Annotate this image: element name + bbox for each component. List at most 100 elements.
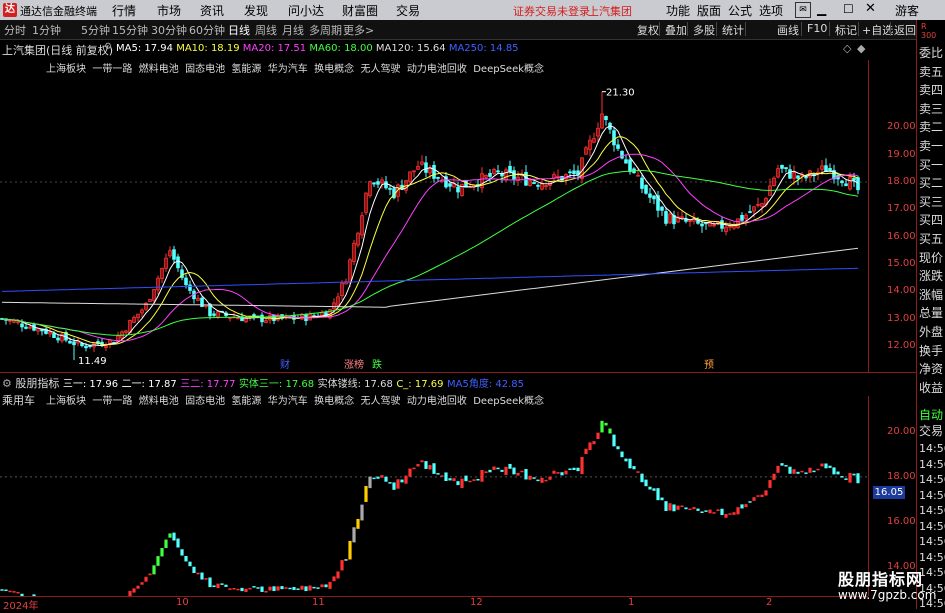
quote-item: 委比 <box>919 46 944 60</box>
menu-wenxiaoda[interactable]: 问小达 <box>288 2 324 19</box>
candle-body <box>372 182 376 185</box>
date-label: 1 <box>628 597 635 608</box>
tool-add-watchlist[interactable]: +自选 <box>862 22 893 38</box>
sub-candle <box>524 469 528 480</box>
candle-body <box>52 333 56 339</box>
y-tick: 17.00 <box>887 203 916 215</box>
date-axis: 2024年 10 11 12 1 2 <box>0 596 868 612</box>
maximize-icon[interactable]: ☐ <box>843 2 854 16</box>
period-multi[interactable]: 多周期 <box>309 22 342 38</box>
period-30min[interactable]: 30分钟 <box>151 22 187 38</box>
menu-faxian[interactable]: 发现 <box>244 2 268 19</box>
sub-candle <box>852 473 856 476</box>
low-price-label: 11.49 <box>78 356 107 367</box>
ma10-label: MA10: 18.19 <box>176 43 240 54</box>
app-logo-icon: 达 <box>3 3 17 17</box>
menu-caifuquan[interactable]: 财富圈 <box>342 2 378 19</box>
sub-candle <box>768 480 772 488</box>
period-weekly[interactable]: 周线 <box>255 22 277 38</box>
login-notice[interactable]: 证券交易未登录 <box>513 3 590 19</box>
menu-zixun[interactable]: 资讯 <box>200 2 224 19</box>
sub-candle <box>208 577 212 588</box>
sub-candle <box>136 585 140 589</box>
tool-biaoji[interactable]: 标记 <box>835 22 857 38</box>
tool-duogu[interactable]: 多股 <box>693 22 715 38</box>
sub-candle <box>256 587 260 589</box>
menu-gongshi[interactable]: 公式 <box>728 2 752 19</box>
tool-sep <box>687 22 688 36</box>
period-5min[interactable]: 5分钟 <box>81 22 110 38</box>
chart-close-icon[interactable]: ◆ <box>857 42 865 55</box>
sub-candle <box>300 585 304 590</box>
period-1min[interactable]: 1分钟 <box>32 22 61 38</box>
sub-kline-chart[interactable] <box>0 396 868 596</box>
period-more[interactable]: 更多> <box>343 22 374 38</box>
expand-icon[interactable]: ◇ <box>843 42 851 55</box>
tool-tongji[interactable]: 统计 <box>722 22 744 38</box>
kline-chart[interactable]: 21.30 11.49 财 涨榜跌 预 <box>0 60 868 372</box>
sub-candle <box>408 468 412 477</box>
sub-candle <box>840 476 844 478</box>
menu-banmian[interactable]: 版面 <box>697 2 721 19</box>
sub-candle <box>724 514 728 518</box>
sub-candle <box>828 465 832 468</box>
sub-candle <box>796 471 800 474</box>
settings-icon[interactable]: ⚙ <box>104 42 112 52</box>
sub-candle <box>808 467 812 473</box>
sub-candle <box>356 518 360 529</box>
period-daily[interactable]: 日线 <box>228 22 250 38</box>
quote-panel: R 300 委比 卖五 卖四 卖三 卖二 卖一 买一 买二 买三 买四 买五 现价 涨跌 涨幅 总量 外盘 换手… <box>916 20 945 610</box>
menu-gongneng[interactable]: 功能 <box>666 2 690 19</box>
message-icon[interactable]: ✉ <box>795 2 811 18</box>
quote-item: 卖二 <box>919 120 944 135</box>
quote-item: 净资 <box>919 362 944 377</box>
sub-candle <box>264 591 268 593</box>
menu-hangqing[interactable]: 行情 <box>112 2 136 19</box>
sub-candle <box>504 466 508 475</box>
sub-candle <box>340 560 344 571</box>
period-monthly[interactable]: 月线 <box>282 22 304 38</box>
tool-huaxian[interactable]: 画线 <box>777 22 799 38</box>
date-label: 2024年 <box>3 601 39 612</box>
candle-body <box>780 164 784 169</box>
sub-candle <box>556 472 560 474</box>
candle-body <box>172 249 176 260</box>
tool-sep <box>716 22 717 36</box>
sub-candle <box>372 477 376 480</box>
main-y-axis: 20.00 19.00 18.00 17.00 16.00 15.00 14.00 13.00… <box>868 60 917 372</box>
menu-xuanxiang[interactable]: 选项 <box>759 2 783 19</box>
sub-candle <box>532 477 536 479</box>
sub-candle <box>148 573 152 576</box>
period-fenshi[interactable]: 分时 <box>4 22 26 38</box>
candle-body <box>856 177 860 191</box>
period-60min[interactable]: 60分钟 <box>189 22 225 38</box>
tool-diejia[interactable]: 叠加 <box>665 22 687 38</box>
sub-candle <box>700 511 704 514</box>
sub-settings-icon[interactable]: ⚙ <box>2 377 12 390</box>
candle-body <box>628 159 632 173</box>
tool-f10[interactable]: F10 <box>807 22 827 35</box>
close-icon[interactable]: ✕ <box>865 1 876 16</box>
tab-trade[interactable]: 交易 <box>919 422 945 440</box>
sub-candle <box>0 589 4 591</box>
tool-fanhui[interactable]: 返回 <box>894 22 916 38</box>
menu-jiaoyi[interactable]: 交易 <box>396 2 420 19</box>
sub-indicator-name[interactable]: 股朋指标 <box>15 377 59 390</box>
sub-candle <box>368 476 372 489</box>
sub-candle <box>740 504 744 509</box>
guest-label[interactable]: 游客 <box>895 2 919 19</box>
sub-candle <box>640 473 644 483</box>
app-name: 通达信金融终端 <box>20 5 97 18</box>
quote-item: 收益 <box>919 380 944 395</box>
y-tick: 13.00 <box>887 312 916 324</box>
candle-body <box>624 159 628 164</box>
period-15min[interactable]: 15分钟 <box>112 22 148 38</box>
quote-item: 外盘 <box>919 325 944 339</box>
minimize-icon[interactable]: ▁ <box>817 2 826 16</box>
sub-candle <box>596 432 600 440</box>
menu-shichang[interactable]: 市场 <box>157 2 181 19</box>
sub-candle <box>672 504 676 512</box>
tool-fuquan[interactable]: 复权 <box>637 22 659 38</box>
panel-header-bot: 300 <box>921 31 937 40</box>
sub-candle <box>644 479 648 487</box>
